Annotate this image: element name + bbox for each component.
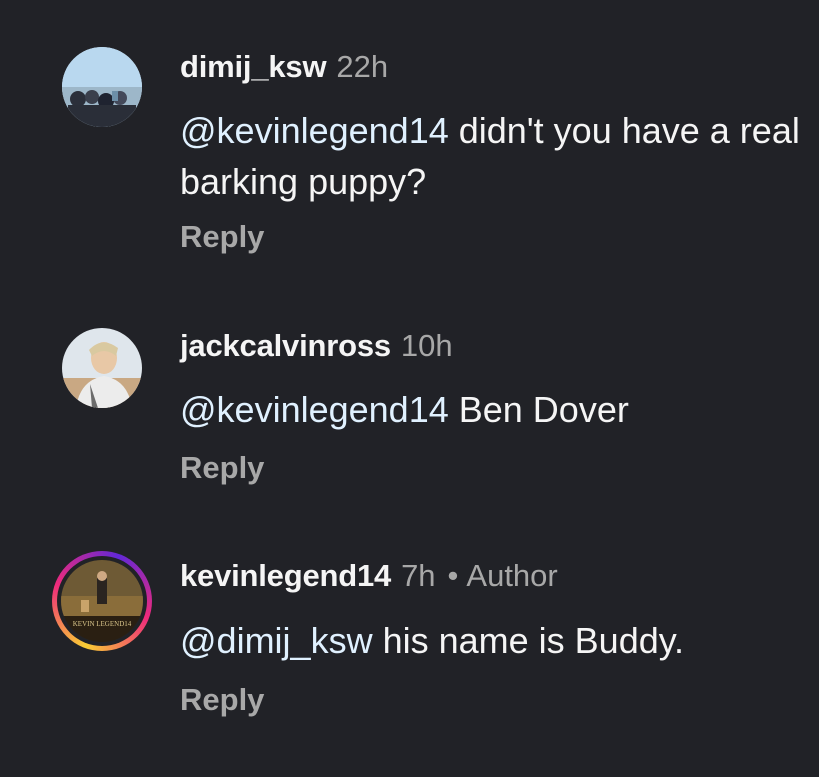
reply-button[interactable]: Reply <box>180 682 264 718</box>
author-badge: Author <box>466 558 558 593</box>
avatar-person-image <box>62 328 142 408</box>
separator-dot: • <box>447 558 459 593</box>
timestamp: 7h <box>401 558 436 593</box>
timestamp: 10h <box>400 328 453 363</box>
avatar[interactable] <box>62 47 142 127</box>
comment-header: kevinlegend14 7h • Author <box>180 558 558 594</box>
comment-text: @kevinlegend14 Ben Dover <box>180 384 800 435</box>
avatar-poster-image: KEVIN LEGEND14 <box>61 560 143 642</box>
comment-body: his name is Buddy. <box>372 620 685 661</box>
comment-body: Ben Dover <box>448 389 629 430</box>
mention-link[interactable]: @kevinlegend14 <box>180 389 449 430</box>
comment-text: @kevinlegend14 didn't you have a real ba… <box>180 105 800 207</box>
comment-text: @dimij_ksw his name is Buddy. <box>180 615 800 666</box>
username[interactable]: dimij_ksw <box>180 49 327 84</box>
comment-header: dimij_ksw 22h <box>180 49 388 85</box>
reply-button[interactable]: Reply <box>180 450 264 486</box>
mention-link[interactable]: @kevinlegend14 <box>180 110 449 151</box>
avatar: KEVIN LEGEND14 <box>61 560 143 642</box>
avatar-crowd-image <box>62 47 142 127</box>
avatar-logo-text: KEVIN LEGEND14 <box>73 620 132 628</box>
avatar[interactable] <box>62 328 142 408</box>
mention-link[interactable]: @dimij_ksw <box>180 620 373 661</box>
avatar-story-ring[interactable]: KEVIN LEGEND14 <box>52 551 152 651</box>
username[interactable]: jackcalvinross <box>180 328 391 363</box>
timestamp: 22h <box>336 49 389 84</box>
username[interactable]: kevinlegend14 <box>180 558 391 593</box>
reply-button[interactable]: Reply <box>180 219 264 255</box>
comment-header: jackcalvinross 10h <box>180 328 453 364</box>
